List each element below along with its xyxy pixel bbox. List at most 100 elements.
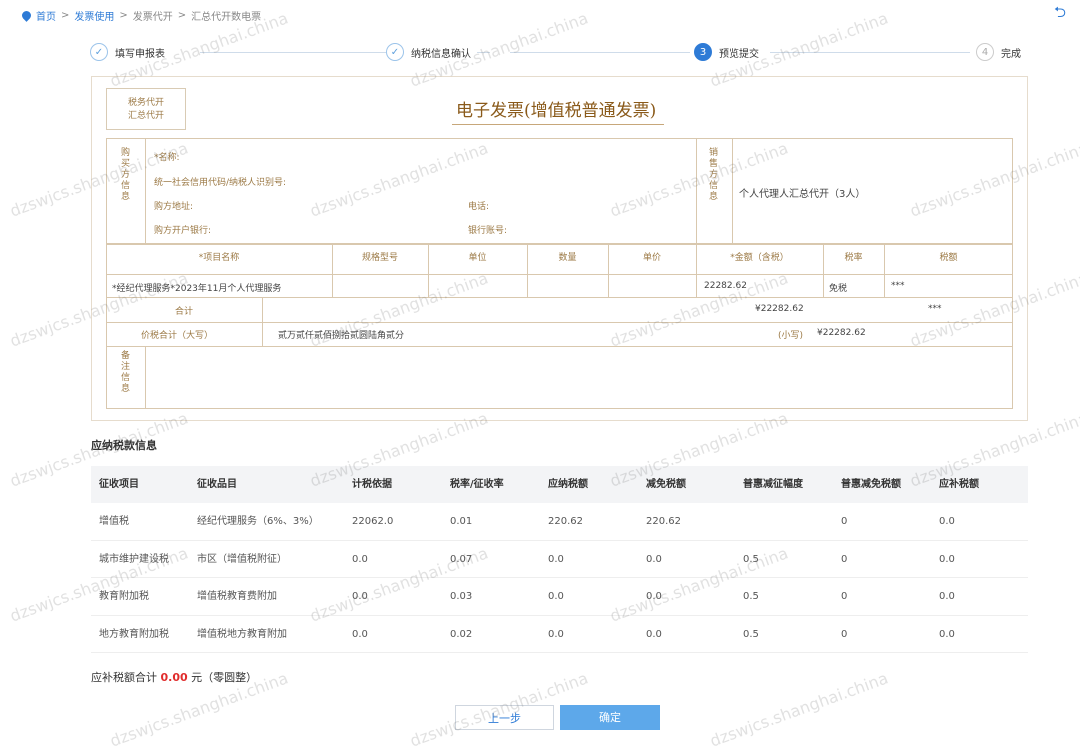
cell: 0.02: [450, 628, 473, 640]
invoice-stamp: 税务代开 汇总代开: [106, 88, 186, 130]
divider: [106, 274, 1013, 275]
cell: 0: [841, 591, 848, 602]
seller-name: 个人代理人汇总代开（3人）: [739, 189, 866, 200]
breadcrumb-home[interactable]: 首页: [36, 8, 56, 23]
buyer-taxid-label: 统一社会信用代码/纳税人识别号:: [154, 178, 287, 188]
step-connector: [510, 52, 690, 53]
divider: [145, 346, 146, 409]
buyer-bank-label: 购方开户银行:: [154, 226, 212, 236]
cell: 220.62: [646, 516, 681, 527]
item-tax-rate: 免税: [829, 284, 848, 294]
cell: 市区（增值税附征）: [197, 553, 287, 565]
stamp-line: 税务代开: [127, 98, 164, 108]
table-header: 征收项目 征收品目 计税依据 税率/征收率 应纳税额 减免税额 普惠减征幅度 普…: [91, 466, 1028, 503]
buyer-phone-label: 电话:: [468, 202, 490, 212]
step-number: 4: [976, 43, 994, 61]
cell: 0: [841, 553, 848, 565]
cell: 0.0: [352, 553, 368, 565]
step-complete: 4 完成: [976, 43, 1027, 61]
title-underline: [452, 124, 664, 125]
cell: 0.0: [939, 553, 955, 565]
tax-total-summary: 应补税额合计 0.00 元（零圆整）: [91, 669, 257, 685]
cell: 0.0: [939, 591, 955, 602]
table-row: 城市维护建设税 市区（增值税附征） 0.0 0.07 0.0 0.0 0.5 0…: [91, 541, 1028, 578]
cell: 0.03: [450, 591, 473, 602]
col-tax: 税额: [939, 253, 958, 263]
step-number: 3: [694, 43, 712, 61]
cell: 0.0: [646, 553, 662, 565]
breadcrumb-item-invoice-agent[interactable]: 发票代开: [133, 8, 173, 23]
col-spec: 规格型号: [361, 253, 398, 263]
breadcrumb-separator: >: [61, 10, 70, 21]
cell: 22062.0: [352, 516, 394, 527]
cell: 0.0: [352, 628, 368, 640]
cell: 0.0: [548, 628, 564, 640]
header-cell: 普惠减免税额: [841, 479, 901, 490]
divider: [262, 297, 263, 346]
col-quantity: 数量: [558, 253, 577, 263]
tax-table: 征收项目 征收品目 计税依据 税率/征收率 应纳税额 减免税额 普惠减征幅度 普…: [91, 466, 1028, 653]
cell: 经纪代理服务（6%、3%）: [197, 516, 319, 527]
col-amount: *金额（含税）: [730, 253, 789, 263]
breadcrumb-item-invoice-use[interactable]: 发票使用: [74, 8, 114, 23]
confirm-button[interactable]: 确定: [560, 705, 660, 730]
cell: 增值税地方教育附加: [197, 628, 287, 640]
total-label: 价税合计（大写）: [141, 331, 214, 341]
buyer-address-label: 购方地址:: [154, 202, 194, 212]
cell: 增值税: [99, 516, 129, 527]
tax-total-label: 应补税额合计: [91, 671, 157, 684]
buyer-account-label: 银行账号:: [468, 226, 508, 236]
cell: 0.01: [450, 516, 473, 527]
table-row: 增值税 经纪代理服务（6%、3%） 22062.0 0.01 220.62 22…: [91, 503, 1028, 541]
divider: [106, 346, 1013, 347]
divider: [696, 138, 697, 244]
party-info-box: [106, 138, 1013, 244]
divider: [106, 297, 1013, 298]
cell: 0.5: [743, 628, 759, 640]
cell: 220.62: [548, 516, 583, 527]
breadcrumb: 首页 > 发票使用 > 发票代开 > 汇总代开数电票: [20, 8, 261, 23]
breadcrumb-separator: >: [177, 10, 187, 21]
step-check-icon: ✓: [386, 43, 404, 61]
stamp-line: 汇总代开: [127, 111, 164, 121]
table-row: 地方教育附加税 增值税地方教育附加 0.0 0.02 0.0 0.0 0.5 0…: [91, 616, 1028, 653]
step-check-icon: ✓: [90, 43, 108, 61]
col-unit-price: 单价: [642, 253, 661, 263]
divider: [106, 322, 1013, 323]
cell: 0.5: [743, 591, 759, 602]
col-tax-rate: 税率: [844, 253, 863, 263]
cell: 0.0: [939, 628, 955, 640]
cell: 0.0: [646, 628, 662, 640]
cell: 0.0: [939, 516, 955, 527]
invoice-title: 电子发票(增值税普通发票): [456, 101, 657, 121]
location-icon: [20, 9, 33, 22]
table-row: 教育附加税 增值税教育费附加 0.0 0.03 0.0 0.0 0.5 0 0.…: [91, 578, 1028, 616]
step-label: 完成: [1001, 48, 1021, 60]
breadcrumb-separator: >: [119, 10, 128, 21]
sum-amount: ¥22282.62: [755, 304, 804, 314]
watermark: dzswjcs.shanghai.china: [707, 668, 891, 751]
item-tax: ***: [891, 281, 905, 291]
cell: 0.0: [548, 591, 564, 602]
header-cell: 应纳税额: [548, 479, 588, 490]
cell: 0: [841, 628, 848, 640]
remark-label: 备注信息: [120, 351, 130, 394]
back-icon[interactable]: ⮌: [1054, 4, 1074, 20]
cell: 0.0: [548, 553, 564, 565]
items-table: [106, 244, 1013, 409]
cell: 0: [841, 516, 848, 527]
sum-tax: ***: [928, 304, 942, 314]
divider: [732, 138, 733, 244]
header-cell: 征收品目: [197, 479, 237, 490]
col-unit: 单位: [468, 253, 487, 263]
total-small-label: (小写): [778, 331, 804, 341]
header-cell: 普惠减征幅度: [743, 479, 803, 490]
total-small: ¥22282.62: [817, 328, 866, 338]
cell: 增值税教育费附加: [197, 591, 277, 602]
col-item-name: *项目名称: [198, 253, 240, 263]
cell: 地方教育附加税: [99, 628, 169, 640]
header-cell: 征收项目: [99, 479, 139, 490]
sum-label: 合计: [175, 307, 194, 317]
tax-total-amount: 0.00: [160, 671, 188, 684]
header-cell: 税率/征收率: [450, 479, 504, 490]
